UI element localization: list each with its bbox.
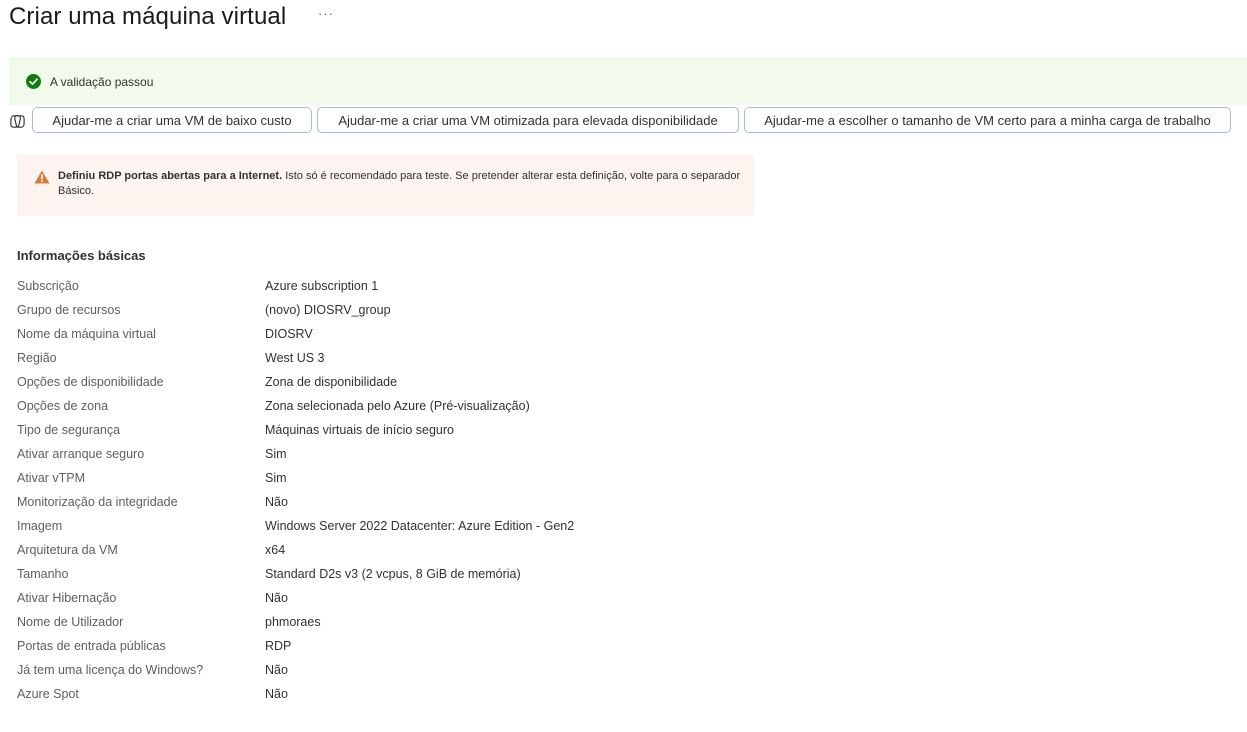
summary-label: Nome de Utilizador [17,615,124,629]
summary-value: Sim [265,471,287,485]
summary-label: Portas de entrada públicas [17,639,166,653]
summary-label: Monitorização da integridade [17,495,178,509]
summary-label: Região [17,351,57,365]
basics-section-title: Informações básicas [17,248,146,263]
summary-value: Zona selecionada pelo Azure (Pré-visuali… [265,399,530,413]
summary-label: Imagem [17,519,63,533]
basics-summary-list: Subscrição Azure subscription 1 Grupo de … [17,274,817,706]
copilot-suggestion-low-cost-button[interactable]: Ajudar-me a criar uma VM de baixo custo [32,107,312,133]
summary-value: Máquinas virtuais de início seguro [265,423,454,437]
summary-row: Ativar arranque seguro Sim [17,442,817,466]
copilot-suggestion-vm-size-button[interactable]: Ajudar-me a escolher o tamanho de VM cer… [744,107,1231,133]
warning-bold-text: Definiu RDP portas abertas para a Intern… [58,170,283,182]
summary-label: Nome da máquina virtual [17,327,156,341]
validation-banner: A validação passou [9,57,1247,105]
summary-row: Opções de disponibilidade Zona de disponi… [17,370,817,394]
summary-value: RDP [265,639,292,653]
summary-value: West US 3 [265,351,325,365]
summary-value: Windows Server 2022 Datacenter: Azure Ed… [265,519,575,533]
summary-value: Não [265,663,288,677]
summary-row: Imagem Windows Server 2022 Datacenter: Az… [17,514,817,538]
summary-label: Tamanho [17,567,69,581]
summary-label: Ativar vTPM [17,471,86,485]
summary-value: Standard D2s v3 (2 vcpus, 8 GiB de memór… [265,567,521,581]
summary-row: Tipo de segurança Máquinas virtuais de in… [17,418,817,442]
rdp-warning-banner: Definiu RDP portas abertas para a Intern… [17,155,754,216]
summary-label: Ativar Hibernação [17,591,117,605]
summary-row: Tamanho Standard D2s v3 (2 vcpus, 8 GiB d… [17,562,817,586]
summary-row: Azure Spot Não [17,682,817,706]
summary-value: Azure subscription 1 [265,279,379,293]
warning-text: Definiu RDP portas abertas para a Intern… [58,169,743,199]
summary-row: Opções de zona Zona selecionada pelo Azur… [17,394,817,418]
summary-value: Não [265,687,288,701]
summary-row: Arquitetura da VM x64 [17,538,817,562]
warning-icon [34,170,50,184]
copilot-suggestion-high-availability-button[interactable]: Ajudar-me a criar uma VM otimizada para … [317,107,739,133]
create-vm-review-page: Criar uma máquina virtual ··· A validaçã… [0,0,1247,732]
summary-value: DIOSRV [265,327,313,341]
summary-label: Opções de zona [17,399,109,413]
summary-value: phmoraes [265,615,321,629]
summary-label: Azure Spot [17,687,79,701]
ellipsis-icon[interactable]: ··· [318,6,334,21]
summary-row: Nome da máquina virtual DIOSRV [17,322,817,346]
summary-row: Monitorização da integridade Não [17,490,817,514]
check-circle-icon [26,74,41,89]
summary-value: Não [265,591,288,605]
summary-label: Já tem uma licença do Windows? [17,663,204,677]
summary-label: Tipo de segurança [17,423,121,437]
summary-row: Nome de Utilizador phmoraes [17,610,817,634]
summary-row: Já tem uma licença do Windows? Não [17,658,817,682]
summary-value: Não [265,495,288,509]
summary-row: Região West US 3 [17,346,817,370]
summary-label: Ativar arranque seguro [17,447,145,461]
summary-row: Ativar vTPM Sim [17,466,817,490]
summary-value: Zona de disponibilidade [265,375,398,389]
summary-row: Subscrição Azure subscription 1 [17,274,817,298]
summary-label: Opções de disponibilidade [17,375,164,389]
summary-value: (novo) DIOSRV_group [265,303,391,317]
summary-row: Ativar Hibernação Não [17,586,817,610]
validation-text: A validação passou [50,75,154,89]
summary-value: Sim [265,447,287,461]
summary-row: Portas de entrada públicas RDP [17,634,817,658]
summary-value: x64 [265,543,286,557]
summary-label: Subscrição [17,279,79,293]
summary-label: Arquitetura da VM [17,543,118,557]
summary-label: Grupo de recursos [17,303,121,317]
summary-row: Grupo de recursos (novo) DIOSRV_group [17,298,817,322]
page-title: Criar uma máquina virtual [9,3,287,30]
copilot-icon [10,115,25,128]
